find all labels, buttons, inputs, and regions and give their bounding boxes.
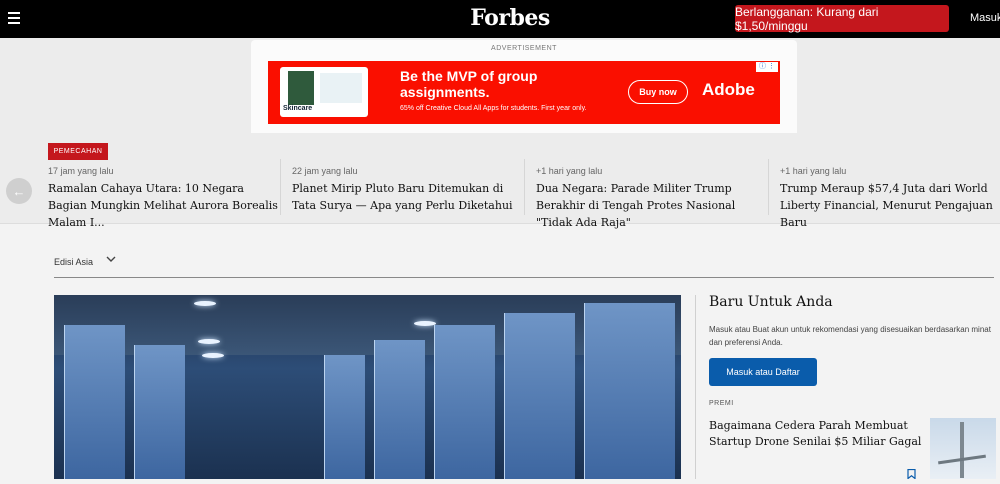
breaking-badge: PEMECAHAN [48,143,108,160]
ticker-divider [280,159,281,215]
premium-label: PREMI [709,400,734,407]
signin-link[interactable]: Masuk [970,12,1000,24]
subscribe-button[interactable]: Berlangganan: Kurang dari $1,50/minggu [735,5,949,33]
ticker-divider [768,159,769,215]
ticker-item[interactable]: +1 hari yang lalu Dua Negara: Parade Mil… [536,166,758,231]
ad-banner[interactable]: Skincare Be the MVP of group assignments… [268,61,780,124]
ad-subtext: 65% off Creative Cloud All Apps for stud… [400,105,587,112]
ad-laptop-image: Skincare [280,67,368,117]
ad-info-icon[interactable]: ⓘ ⋮ [756,62,778,72]
hero-image[interactable] [54,295,681,479]
ad-label: ADVERTISEMENT [491,45,557,52]
ticker-headline[interactable]: Planet Mirip Pluto Baru Ditemukan di Tat… [292,180,514,214]
hamburger-menu-icon[interactable] [8,12,20,24]
arrow-left-icon[interactable]: ← [6,178,32,204]
ticker-time: +1 hari yang lalu [536,166,603,176]
ticker-item[interactable]: +1 hari yang lalu Trump Meraup $57,4 Jut… [780,166,996,231]
ad-buy-button[interactable]: Buy now [628,80,688,104]
bookmark-icon[interactable] [907,466,916,480]
ticker-time: 17 jam yang lalu [48,166,114,176]
ticker-item[interactable]: 22 jam yang lalu Planet Mirip Pluto Baru… [292,166,514,214]
for-you-description: Masuk atau Buat akun untuk rekomendasi y… [709,325,991,347]
ticker-time: +1 hari yang lalu [780,166,847,176]
forbes-logo[interactable]: Forbes [440,5,580,31]
chevron-down-icon[interactable] [106,254,116,267]
promo-article-headline[interactable]: Bagaimana Cedera Parah Membuat Startup D… [709,418,924,450]
section-divider [54,277,994,278]
top-navigation-bar: Forbes Berlangganan: Kurang dari $1,50/m… [0,0,1000,38]
ad-brand-logo: Adobe [702,80,755,99]
promo-article-thumbnail[interactable] [930,418,996,479]
ticker-headline[interactable]: Ramalan Cahaya Utara: 10 Negara Bagian M… [48,180,278,231]
for-you-title: Baru Untuk Anda [709,294,833,310]
ticker-item[interactable]: 17 jam yang lalu Ramalan Cahaya Utara: 1… [48,166,278,231]
ticker-time: 22 jam yang lalu [292,166,358,176]
ticker-headline[interactable]: Trump Meraup $57,4 Juta dari World Liber… [780,180,996,231]
ad-headline: Be the MVP of group assignments. [400,68,538,100]
sidebar-divider [695,295,696,479]
news-ticker: ← 17 jam yang lalu Ramalan Cahaya Utara:… [0,133,1000,229]
ad-book-brand: Skincare [283,105,313,112]
login-register-button[interactable]: Masuk atau Daftar [709,358,817,386]
edition-selector[interactable]: Edisi Asia [54,257,93,267]
ticker-headline[interactable]: Dua Negara: Parade Militer Trump Berakhi… [536,180,758,231]
ticker-divider [524,159,525,215]
